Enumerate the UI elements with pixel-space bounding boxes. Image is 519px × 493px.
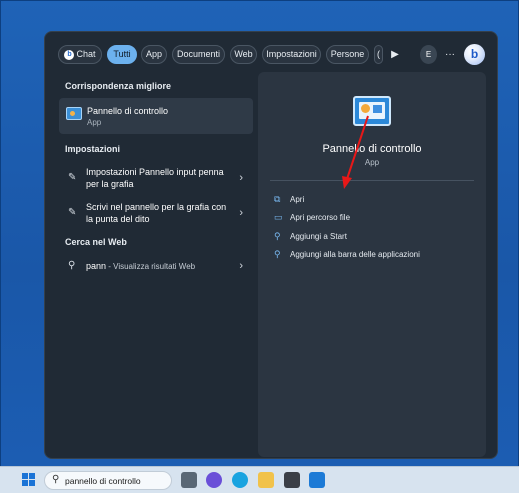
best-match-item[interactable]: Pannello di controllo App [59,98,253,134]
tab-web[interactable]: Web [230,45,257,64]
tab-impostazioni[interactable]: Impostazioni [262,45,321,64]
annotation-arrow [342,115,369,189]
settings-header: Impostazioni [65,144,121,154]
action-pin-to-start[interactable]: ⚲ Aggiungi a Start [274,231,474,245]
detail-pane: Pannello di controllo App ⧉ Apri ▭ Apri … [258,72,486,457]
web-search-item[interactable]: ⚲ pann - Visualizza risultati Web › [59,255,253,277]
bing-icon[interactable]: b [464,44,485,65]
web-search-query: pann [86,261,107,271]
chevron-right-icon: › [239,172,243,184]
bing-chat-icon: b [64,49,75,60]
chat-filter-label: Chat [76,49,96,59]
chat-filter-button[interactable]: b Chat [58,45,102,64]
account-avatar[interactable]: E [420,45,437,64]
action-pin-to-start-label: Aggiungi a Start [290,232,347,241]
search-icon: ⚲ [68,260,76,271]
pin-icon: ⚲ [274,231,281,241]
teams-chat-icon[interactable] [206,472,222,488]
chevron-right-icon: › [239,260,243,272]
more-options-icon[interactable]: ··· [443,45,457,64]
tab-app[interactable]: App [141,45,167,64]
tab-persone[interactable]: Persone [326,45,369,64]
action-pin-to-taskbar[interactable]: ⚲ Aggiungi alla barra delle applicazioni [274,249,474,263]
tab-tutti[interactable]: Tutti [107,45,137,64]
chevron-right-icon: › [239,207,243,219]
search-panel: b Chat Tutti App Documenti Web Impostazio… [44,31,498,459]
search-icon: ⚲ [52,474,60,485]
best-match-subtitle: App [87,118,102,127]
settings-item-line1: Impostazioni Pannello input penna [86,167,224,177]
settings-item-line2: per la grafia [86,179,134,189]
control-panel-icon [66,107,82,120]
mail-icon[interactable] [309,472,325,488]
settings-item-line2: la punta del dito [86,214,150,224]
tab-documenti[interactable]: Documenti [172,45,225,64]
windows-start-icon[interactable] [22,473,36,487]
taskbar-search-input[interactable]: pannello di controllo [65,476,141,486]
web-search-text: pann - Visualizza risultati Web [86,260,195,273]
taskbar: ⚲ pannello di controllo [0,466,519,493]
best-match-title: Pannello di controllo [87,106,169,116]
microsoft-store-icon[interactable] [284,472,300,488]
file-explorer-icon[interactable] [258,472,274,488]
edge-browser-icon[interactable] [232,472,248,488]
task-view-icon[interactable] [181,472,197,488]
taskbar-search-box[interactable]: ⚲ pannello di controllo [44,471,172,490]
settings-item-handwriting[interactable]: ✎ Scrivi nel pannello per la grafia con … [59,198,253,228]
tab-overflow-partial[interactable]: ( [374,45,383,64]
settings-item-line1: Scrivi nel pannello per la grafia con [86,202,227,212]
web-search-suffix: - Visualizza risultati Web [106,262,196,271]
web-search-header: Cerca nel Web [65,237,127,247]
best-match-header: Corrispondenza migliore [65,81,172,91]
pen-icon: ✎ [68,207,77,218]
pen-icon: ✎ [68,172,77,183]
scroll-right-icon[interactable]: ▶ [389,45,401,64]
action-pin-to-taskbar-label: Aggiungi alla barra delle applicazioni [290,250,420,259]
settings-item-pen-input[interactable]: ✎ Impostazioni Pannello input penna per … [59,163,253,193]
pin-icon: ⚲ [274,249,281,259]
